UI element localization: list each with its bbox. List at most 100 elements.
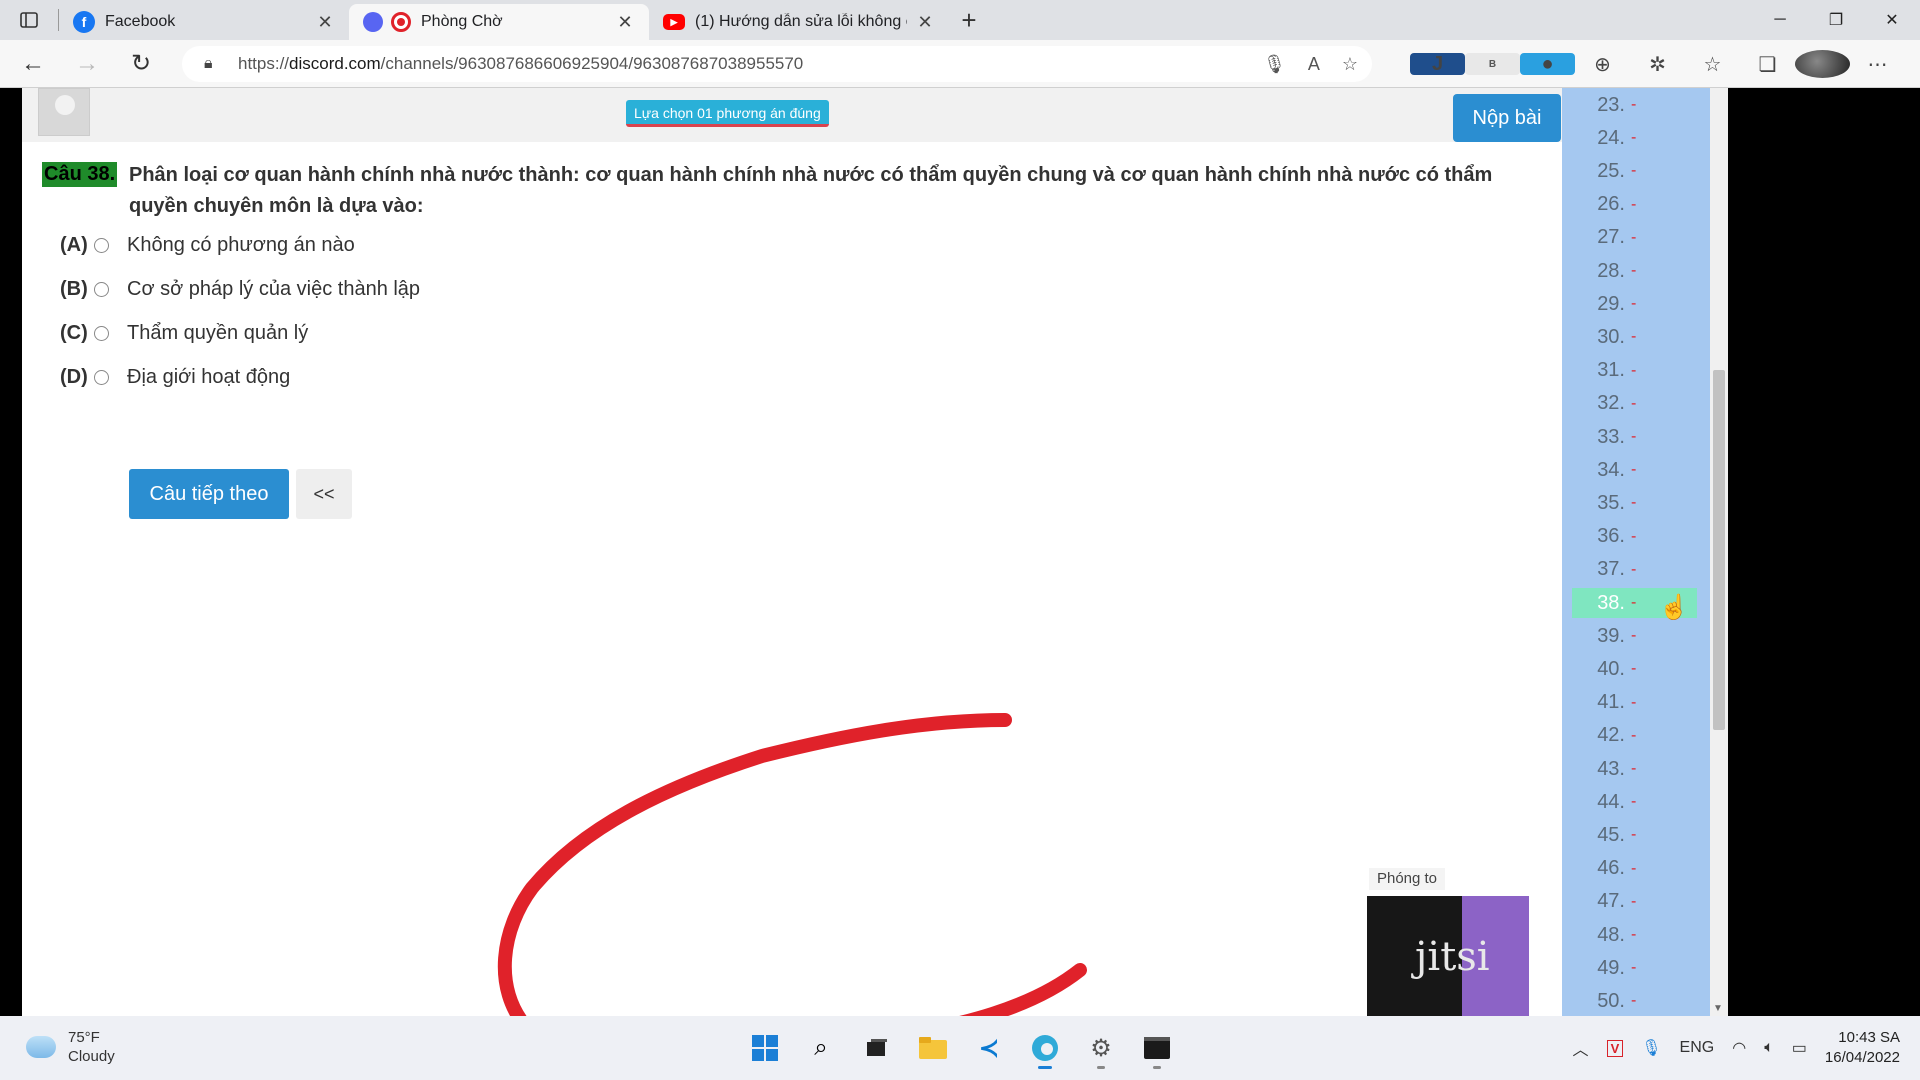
extension-j-icon[interactable]: J xyxy=(1410,53,1465,75)
question-nav-item[interactable]: 23. - xyxy=(1572,90,1697,120)
close-icon[interactable]: ✕ xyxy=(615,12,635,33)
read-aloud-icon[interactable]: A xyxy=(1308,54,1320,75)
radio-button[interactable] xyxy=(94,326,109,341)
question-nav-item[interactable]: 49. - xyxy=(1572,953,1697,983)
question-nav-item[interactable]: 34. - xyxy=(1572,455,1697,485)
back-arrow-icon[interactable]: ← xyxy=(6,40,60,88)
extensions-puzzle-icon[interactable]: ✲ xyxy=(1630,52,1685,77)
question-nav-item[interactable]: 35. - xyxy=(1572,488,1697,518)
tab-phong-cho[interactable]: Phòng Chờ ✕ xyxy=(349,4,649,40)
question-nav-item[interactable]: 50. - xyxy=(1572,986,1697,1016)
tab-actions-icon[interactable] xyxy=(0,0,58,40)
question-nav-mark: - xyxy=(1631,527,1637,545)
clock[interactable]: 10:43 SA 16/04/2022 xyxy=(1825,1028,1900,1068)
question-nav-item[interactable]: 29. - xyxy=(1572,289,1697,319)
question-nav-item[interactable]: 27. - xyxy=(1572,223,1697,253)
question-nav-item[interactable]: 47. - xyxy=(1572,887,1697,917)
new-tab-button[interactable]: + xyxy=(949,5,989,36)
favorites-icon[interactable]: ☆ xyxy=(1685,52,1740,77)
settings-gear-icon[interactable]: ⚙ xyxy=(1080,1026,1122,1070)
file-explorer-icon[interactable] xyxy=(912,1026,954,1070)
vscode-icon[interactable]: ≺ xyxy=(968,1026,1010,1070)
edge-icon[interactable] xyxy=(1024,1026,1066,1070)
hand-cursor-icon: ☝ xyxy=(1659,594,1689,621)
option-letter: (C) xyxy=(60,322,88,344)
close-icon[interactable]: ✕ xyxy=(315,12,335,33)
question-nav-item[interactable]: 46. - xyxy=(1572,854,1697,884)
question-nav-number: 23. xyxy=(1597,93,1625,116)
date: 16/04/2022 xyxy=(1824,1049,1900,1066)
extension-drop-icon[interactable]: ● xyxy=(1520,53,1575,75)
search-icon[interactable]: ⌕ xyxy=(800,1026,842,1070)
option-a[interactable]: (A) Không có phương án nào xyxy=(60,234,355,257)
next-question-button[interactable]: Câu tiếp theo xyxy=(129,469,289,519)
question-nav-item[interactable]: 43. - xyxy=(1572,754,1697,784)
terminal-icon[interactable] xyxy=(1136,1026,1178,1070)
option-c[interactable]: (C) Thẩm quyền quản lý xyxy=(60,322,308,345)
question-nav-mark: - xyxy=(1631,428,1637,445)
address-bar[interactable]: 🔒︎ https://discord.com/channels/96308768… xyxy=(182,46,1372,82)
question-nav-item[interactable]: 26. - xyxy=(1572,190,1697,220)
question-nav-item[interactable]: 39. - xyxy=(1572,621,1697,651)
question-nav-item[interactable]: 48. - xyxy=(1572,920,1697,950)
more-menu-icon[interactable]: ⋯ xyxy=(1850,52,1905,77)
close-window-icon[interactable]: ✕ xyxy=(1864,0,1920,40)
question-nav-item[interactable]: 44. - xyxy=(1572,787,1697,817)
question-nav-item[interactable]: 41. - xyxy=(1572,688,1697,718)
restore-icon[interactable]: ❐ xyxy=(1808,0,1864,40)
question-nav-item[interactable]: 40. - xyxy=(1572,654,1697,684)
task-view-icon[interactable] xyxy=(856,1026,898,1070)
lock-icon[interactable]: 🔒︎ xyxy=(204,55,224,73)
extension-b-icon[interactable]: B xyxy=(1465,53,1520,75)
youtube-icon: ▶ xyxy=(663,14,685,30)
add-favorite-icon[interactable]: ☆ xyxy=(1342,54,1358,75)
question-nav-mark: - xyxy=(1631,295,1637,313)
minimize-icon[interactable]: ─ xyxy=(1752,0,1808,40)
radio-button[interactable] xyxy=(94,282,109,297)
maximize-label[interactable]: Phóng to xyxy=(1369,868,1445,890)
chevron-up-icon[interactable]: ︿ xyxy=(1573,1036,1589,1060)
question-nav-item[interactable]: 24. - xyxy=(1572,123,1697,153)
question-nav-number: 43. xyxy=(1597,757,1625,780)
wifi-icon[interactable]: ◠ xyxy=(1732,1038,1746,1058)
jitsi-video-thumbnail[interactable]: jitsi xyxy=(1367,896,1529,1016)
question-nav-item[interactable]: 31. - xyxy=(1572,356,1697,386)
url-text[interactable]: https://discord.com/channels/96308768660… xyxy=(238,54,803,74)
scrollbar-thumb[interactable] xyxy=(1713,370,1725,730)
question-nav-mark: - xyxy=(1631,228,1637,246)
question-nav-item[interactable]: 30. - xyxy=(1572,322,1697,352)
question-nav-item[interactable]: 36. - xyxy=(1572,522,1697,552)
extension-plus-icon[interactable]: ⊕ xyxy=(1575,52,1630,77)
question-nav-mark: - xyxy=(1631,627,1637,645)
radio-button[interactable] xyxy=(94,238,109,253)
collections-icon[interactable]: ❏ xyxy=(1740,52,1795,77)
volume-icon[interactable]: 🔈︎ xyxy=(1764,1039,1774,1057)
language-indicator[interactable]: ENG xyxy=(1680,1039,1715,1057)
antivirus-icon[interactable]: V xyxy=(1606,1039,1624,1057)
submit-button[interactable]: Nộp bài xyxy=(1453,94,1561,142)
question-nav-item[interactable]: 37. - xyxy=(1572,555,1697,585)
battery-icon[interactable]: ▭ xyxy=(1792,1038,1807,1058)
tab-youtube[interactable]: ▶ (1) Hướng dẫn sửa lỗi không chỉ ✕ xyxy=(649,4,949,40)
option-d[interactable]: (D) Địa giới hoạt động xyxy=(60,366,290,389)
microphone-icon[interactable]: 🎙︎ xyxy=(1263,54,1286,75)
refresh-icon[interactable]: ↻ xyxy=(114,40,168,88)
previous-button[interactable]: << xyxy=(296,469,352,519)
tab-facebook[interactable]: f Facebook ✕ xyxy=(59,4,349,40)
weather-widget[interactable]: 75°F Cloudy xyxy=(26,1028,115,1066)
profile-avatar[interactable] xyxy=(1795,50,1850,78)
page-scrollbar[interactable]: ▼ xyxy=(1710,88,1728,1016)
forward-arrow-icon[interactable]: → xyxy=(60,40,114,88)
start-icon[interactable] xyxy=(744,1026,786,1070)
question-nav-item[interactable]: 45. - xyxy=(1572,820,1697,850)
microphone-tray-icon[interactable]: 🎙︎ xyxy=(1641,1038,1661,1058)
close-icon[interactable]: ✕ xyxy=(915,12,935,33)
question-nav-item[interactable]: 32. - xyxy=(1572,389,1697,419)
question-nav-item[interactable]: 42. - xyxy=(1572,721,1697,751)
scroll-down-arrow-icon[interactable]: ▼ xyxy=(1713,1003,1723,1014)
option-b[interactable]: (B) Cơ sở pháp lý của việc thành lập xyxy=(60,278,420,301)
question-nav-item[interactable]: 25. - xyxy=(1572,156,1697,186)
radio-button[interactable] xyxy=(94,370,109,385)
question-nav-item[interactable]: 33. - xyxy=(1572,422,1697,452)
question-nav-item[interactable]: 28. - xyxy=(1572,256,1697,286)
